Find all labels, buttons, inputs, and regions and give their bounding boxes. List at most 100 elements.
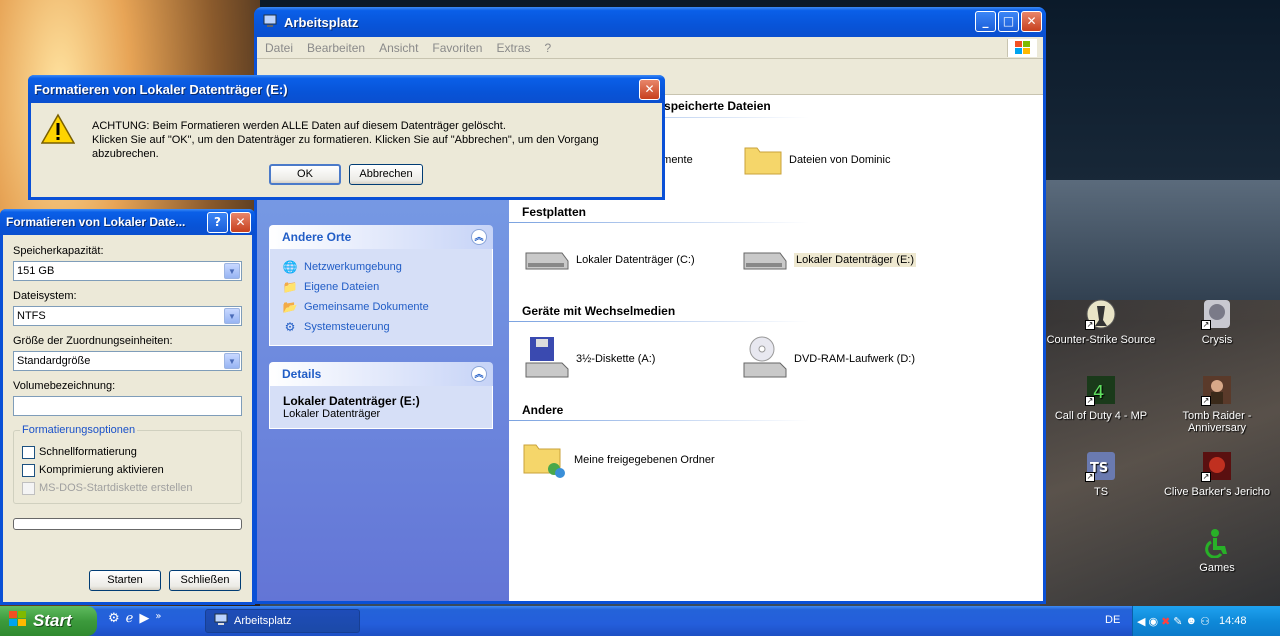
panel-other-places: Andere Orte ︽ 🌐 Netzwerkumgebung 📁 Eigen… [269, 225, 493, 346]
collapse-chevron-icon[interactable]: ︽ [471, 229, 487, 245]
teamspeak-icon: TS ↗ [1085, 450, 1117, 482]
help-button[interactable]: ? [207, 212, 228, 233]
explorer-titlebar[interactable]: Arbeitsplatz _ □ ✕ [254, 7, 1046, 37]
desktop-icon-label: Counter-Strike Source [1046, 334, 1156, 346]
link-control-panel[interactable]: ⚙ Systemsteuerung [282, 317, 480, 337]
antivirus-icon[interactable]: ✖ [1161, 615, 1170, 628]
hard-drive-icon [522, 243, 570, 276]
link-shared-docs[interactable]: 📂 Gemeinsame Dokumente [282, 297, 480, 317]
crysis-icon: ↗ [1201, 298, 1233, 330]
steam-icon[interactable]: ◉ [1148, 615, 1158, 628]
group-divider [509, 222, 809, 223]
menu-datei[interactable]: Datei [265, 41, 293, 55]
link-my-documents[interactable]: 📁 Eigene Dateien [282, 277, 480, 297]
dropdown-arrow-icon[interactable]: ▼ [224, 308, 240, 324]
capacity-select[interactable]: 151 GB ▼ [13, 261, 242, 281]
dropdown-arrow-icon[interactable]: ▼ [224, 263, 240, 279]
start-button[interactable]: Starten [89, 570, 161, 591]
checkbox-label: Komprimierung aktivieren [39, 464, 164, 476]
minimize-button[interactable]: _ [975, 11, 996, 32]
volume-input[interactable] [13, 396, 242, 416]
dropdown-arrow-icon[interactable]: ▼ [224, 353, 240, 369]
format-options-group: Formatierungsoptionen Schnellformatierun… [13, 424, 242, 504]
cod4-icon: 4 ↗ [1085, 374, 1117, 406]
details-type: Lokaler Datenträger [283, 408, 381, 420]
link-network[interactable]: 🌐 Netzwerkumgebung [282, 257, 480, 277]
folder-icon: 📂 [282, 300, 298, 314]
tray-expand-icon[interactable]: ◀ [1137, 615, 1145, 628]
compression-checkbox[interactable]: Komprimierung aktivieren [22, 461, 233, 479]
close-button[interactable]: ✕ [639, 79, 660, 100]
group-divider [509, 321, 809, 322]
menu-ansicht[interactable]: Ansicht [379, 41, 418, 55]
item-shared-folders[interactable]: Meine freigegebenen Ordner [522, 435, 715, 484]
taskbar-item-arbeitsplatz[interactable]: Arbeitsplatz [205, 609, 360, 633]
checkbox-box[interactable] [22, 463, 35, 477]
desktop-icon-jericho[interactable]: ↗ Clive Barker's Jericho [1157, 450, 1277, 498]
item-dvd[interactable]: DVD-RAM-Laufwerk (D:) [740, 335, 915, 382]
quicklaunch-app-icon[interactable]: ⚙ [108, 611, 120, 626]
close-button[interactable]: ✕ [1021, 11, 1042, 32]
menu-help[interactable]: ? [544, 41, 551, 55]
network-status-icon[interactable]: ⚇ [1200, 615, 1210, 628]
ok-button[interactable]: OK [269, 164, 341, 185]
format-dialog[interactable]: Formatieren von Lokaler Date... ? ✕ Spei… [0, 209, 255, 605]
quick-format-checkbox[interactable]: Schnellformatierung [22, 443, 233, 461]
desktop-icon-cod4[interactable]: 4 ↗ Call of Duty 4 - MP [1041, 374, 1161, 422]
desktop-icon-label: Crysis [1201, 334, 1233, 346]
item-label: DVD-RAM-Laufwerk (D:) [794, 352, 916, 365]
select-value: NTFS [17, 310, 46, 322]
users-icon[interactable]: ☻ [1186, 615, 1198, 627]
start-label: Start [33, 611, 72, 630]
close-dialog-button[interactable]: Schließen [169, 570, 241, 591]
language-indicator[interactable]: DE [1105, 614, 1120, 626]
desktop-icon-counter-strike[interactable]: ↗ Counter-Strike Source [1041, 298, 1161, 346]
desktop-icon-tomb-raider[interactable]: ↗ Tomb Raider - Anniversary [1157, 374, 1277, 434]
cancel-button[interactable]: Abbrechen [349, 164, 423, 185]
confirm-dialog[interactable]: Formatieren von Lokaler Datenträger (E:)… [28, 75, 665, 200]
format-dialog-body: Speicherkapazität: 151 GB ▼ Dateisystem:… [3, 235, 252, 602]
panel-header[interactable]: Andere Orte ︽ [269, 225, 493, 249]
desktop-icon-games[interactable]: Games [1157, 526, 1277, 574]
tool-icon[interactable]: ✎ [1173, 615, 1182, 628]
checkbox-box [22, 481, 35, 495]
item-dominic-files[interactable]: Dateien von Dominic [743, 140, 891, 179]
warning-icon [40, 113, 76, 148]
dvd-drive-icon [740, 335, 788, 382]
item-floppy[interactable]: 3½-Diskette (A:) [522, 335, 655, 382]
desktop-icon-ts[interactable]: TS ↗ TS [1041, 450, 1161, 498]
tomb-raider-icon: ↗ [1201, 374, 1233, 406]
format-dialog-title: Formatieren von Lokaler Date... [6, 215, 186, 229]
item-drive-c[interactable]: Lokaler Datenträger (C:) [522, 243, 695, 276]
folder-icon [743, 140, 783, 179]
desktop-icon-crysis[interactable]: ↗ Crysis [1157, 298, 1277, 346]
more-chevron-icon[interactable]: » [155, 611, 161, 626]
internet-explorer-icon[interactable]: ℯ [126, 611, 134, 626]
format-dialog-titlebar[interactable]: Formatieren von Lokaler Date... ? ✕ [0, 209, 255, 235]
menu-favoriten[interactable]: Favoriten [432, 41, 482, 55]
control-panel-icon: ⚙ [284, 320, 296, 334]
games-icon [1201, 526, 1233, 559]
maximize-button[interactable]: □ [998, 11, 1019, 32]
menu-bearbeiten[interactable]: Bearbeiten [307, 41, 365, 55]
media-player-icon[interactable]: ▶ [139, 611, 149, 626]
panel-header[interactable]: Details ︽ [269, 362, 493, 386]
clock[interactable]: 14:48 [1219, 615, 1247, 627]
checkbox-box[interactable] [22, 445, 35, 459]
msdos-startup-checkbox: MS-DOS-Startdiskette erstellen [22, 479, 233, 497]
windows-logo-icon [1007, 39, 1037, 57]
taskbar: Start ⚙ ℯ ▶ » Arbeitsplatz DE ◀ ◉ ✖ ✎ ☻ … [0, 606, 1280, 636]
floppy-drive-icon [522, 335, 570, 382]
documents-folder-icon: 📁 [282, 280, 298, 294]
allocation-select[interactable]: Standardgröße ▼ [13, 351, 242, 371]
confirm-dialog-titlebar[interactable]: Formatieren von Lokaler Datenträger (E:)… [28, 75, 665, 103]
filesystem-select[interactable]: NTFS ▼ [13, 306, 242, 326]
group-removable: Geräte mit Wechselmedien [522, 304, 676, 318]
collapse-chevron-icon[interactable]: ︽ [471, 366, 487, 382]
checkbox-label: MS-DOS-Startdiskette erstellen [39, 482, 193, 494]
shared-folder-icon [522, 435, 568, 484]
start-button[interactable]: Start [0, 606, 97, 636]
item-drive-e[interactable]: Lokaler Datenträger (E:) [740, 243, 916, 276]
close-button[interactable]: ✕ [230, 212, 251, 233]
menu-extras[interactable]: Extras [496, 41, 530, 55]
